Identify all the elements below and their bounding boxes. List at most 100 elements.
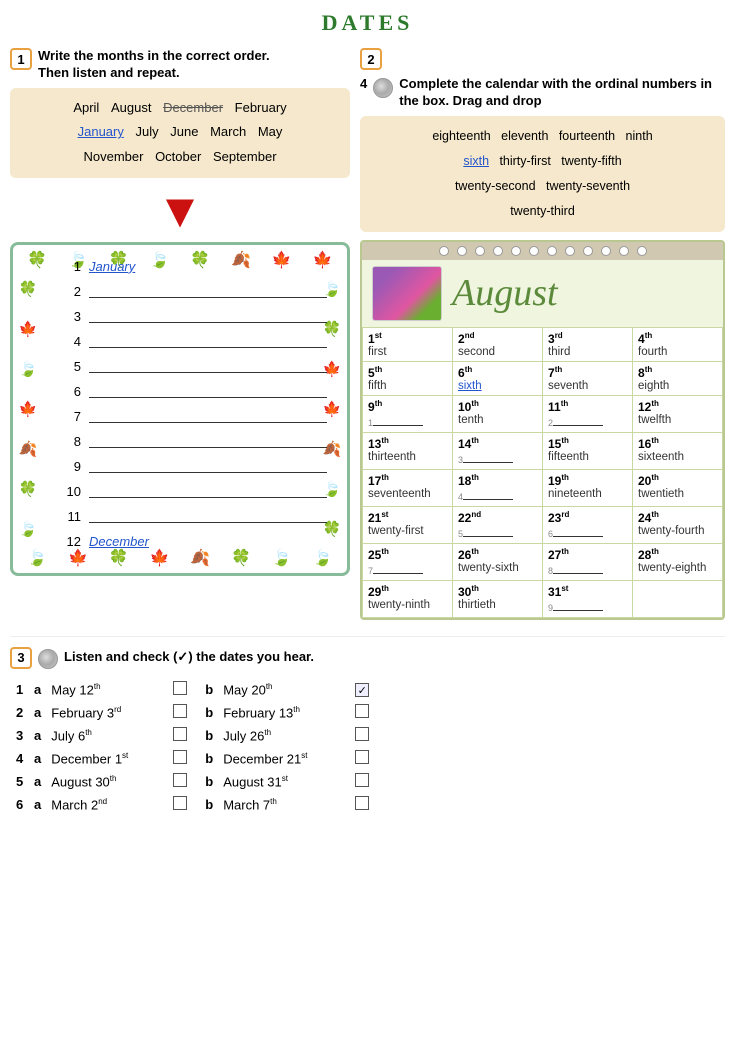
- month-item-6: 6: [63, 384, 327, 399]
- right-column: 2 4 Complete the calendar with the ordin…: [360, 48, 725, 620]
- spiral-hole: [565, 246, 575, 256]
- month-item-9: 9: [63, 459, 327, 474]
- word-twenty-seventh[interactable]: twenty-seventh: [546, 179, 630, 193]
- listen-a-label-1: a: [30, 679, 45, 700]
- calendar-cell-20: 20th twentieth: [633, 469, 723, 506]
- calendar-header: August: [362, 260, 723, 327]
- calendar-cell-28: 28th twenty-eighth: [633, 543, 723, 580]
- month-september: September: [213, 149, 277, 164]
- calendar-row: 5th fifth 6th sixth 7th seventh 8th eigh…: [363, 361, 723, 395]
- listen-a-date-3: July 6th: [47, 725, 167, 746]
- listen-b-label-1: b: [201, 679, 217, 700]
- calendar-row: 21st twenty-first 22nd 5 23rd 6 24th twe…: [363, 506, 723, 543]
- months-word-box: April August December February January J…: [10, 88, 350, 178]
- spiral-hole: [475, 246, 485, 256]
- cd-icon-3: [38, 649, 58, 669]
- listen-row-num-3: 3: [12, 725, 28, 746]
- calendar: August 1st first 2nd second 3rd third: [360, 240, 725, 620]
- listen-b-checkbox-1[interactable]: ✓: [355, 683, 369, 697]
- spiral-hole: [439, 246, 449, 256]
- word-ninth[interactable]: ninth: [626, 129, 653, 143]
- listen-row-num-1: 1: [12, 679, 28, 700]
- listen-item-1: 1 a May 12th b May 20th ✓: [12, 679, 723, 700]
- spiral-hole: [511, 246, 521, 256]
- calendar-cell-31: 31st 9: [543, 580, 633, 617]
- listen-b-checkbox-6[interactable]: [355, 796, 369, 810]
- listen-b-label-6: b: [201, 794, 217, 815]
- listen-a-date-2: February 3rd: [47, 702, 167, 723]
- calendar-cell-2: 2nd second: [453, 327, 543, 361]
- word-thirty-first[interactable]: thirty-first: [499, 154, 550, 168]
- red-arrow: ▼: [10, 188, 350, 236]
- calendar-cell-16: 16th sixteenth: [633, 432, 723, 469]
- spiral-hole: [457, 246, 467, 256]
- month-item-10: 10: [63, 484, 327, 499]
- calendar-cell-21: 21st twenty-first: [363, 506, 453, 543]
- section1-instruction: Write the months in the correct order.Th…: [38, 48, 270, 82]
- month-march: March: [210, 124, 246, 139]
- section2-num: 2: [360, 48, 382, 70]
- calendar-cell-29: 29th twenty-ninth: [363, 580, 453, 617]
- word-twenty-second[interactable]: twenty-second: [455, 179, 536, 193]
- word-twenty-fifth[interactable]: twenty-fifth: [561, 154, 621, 168]
- calendar-cell-9: 9th 1: [363, 395, 453, 432]
- calendar-cell-11: 11th 2: [543, 395, 633, 432]
- calendar-cell-23: 23rd 6: [543, 506, 633, 543]
- listen-item-2: 2 a February 3rd b February 13th: [12, 702, 723, 723]
- calendar-row: 13th thirteenth 14th 3 15th fifteenth 16…: [363, 432, 723, 469]
- listen-b-date-3: July 26th: [219, 725, 349, 746]
- calendar-cell-18: 18th 4: [453, 469, 543, 506]
- word-eleventh[interactable]: eleventh: [501, 129, 548, 143]
- calendar-cell-empty: [633, 580, 723, 617]
- month-july: July: [135, 124, 158, 139]
- month-item-3: 3: [63, 309, 327, 324]
- section1-header: 1 Write the months in the correct order.…: [10, 48, 350, 82]
- calendar-cell-27: 27th 8: [543, 543, 633, 580]
- listen-a-checkbox-1[interactable]: [173, 681, 187, 695]
- spiral-hole: [601, 246, 611, 256]
- listen-a-date-6: March 2nd: [47, 794, 167, 815]
- calendar-row: 1st first 2nd second 3rd third 4th fourt…: [363, 327, 723, 361]
- calendar-cell-10: 10th tenth: [453, 395, 543, 432]
- month-january: January: [78, 124, 124, 139]
- month-june: June: [170, 124, 198, 139]
- word-bank: eighteenth eleventh fourteenth ninth six…: [360, 116, 725, 232]
- listen-a-checkbox-5[interactable]: [173, 773, 187, 787]
- listen-b-checkbox-4[interactable]: [355, 750, 369, 764]
- calendar-cell-7: 7th seventh: [543, 361, 633, 395]
- word-eighteenth[interactable]: eighteenth: [432, 129, 490, 143]
- listen-item-5: 5 a August 30th b August 31st: [12, 771, 723, 792]
- calendar-spiral: [362, 242, 723, 260]
- listen-b-checkbox-5[interactable]: [355, 773, 369, 787]
- word-fourteenth[interactable]: fourteenth: [559, 129, 615, 143]
- listen-b-checkbox-2[interactable]: [355, 704, 369, 718]
- section1-num: 1: [10, 48, 32, 70]
- listen-a-date-1: May 12th: [47, 679, 167, 700]
- month-item-8: 8: [63, 434, 327, 449]
- calendar-row: 29th twenty-ninth 30th thirtieth 31st 9: [363, 580, 723, 617]
- calendar-cell-13: 13th thirteenth: [363, 432, 453, 469]
- word-twenty-third[interactable]: twenty-third: [510, 204, 575, 218]
- listen-a-label-2: a: [30, 702, 45, 723]
- cd-icon: [373, 78, 393, 98]
- listen-b-checkbox-3[interactable]: [355, 727, 369, 741]
- month-august: August: [111, 100, 151, 115]
- month-item-4: 4: [63, 334, 327, 349]
- section3-instruction: Listen and check (✓) the dates you hear.: [64, 649, 314, 666]
- listen-b-label-4: b: [201, 748, 217, 769]
- spiral-hole: [619, 246, 629, 256]
- month-item-7: 7: [63, 409, 327, 424]
- section2-header: 2: [360, 48, 725, 70]
- listen-a-checkbox-6[interactable]: [173, 796, 187, 810]
- section2-instruction: Complete the calendar with the ordinal n…: [399, 76, 725, 110]
- listen-a-checkbox-3[interactable]: [173, 727, 187, 741]
- month-october: October: [155, 149, 201, 164]
- calendar-grid: 1st first 2nd second 3rd third 4th fourt…: [362, 327, 723, 618]
- listen-row-num-2: 2: [12, 702, 28, 723]
- calendar-row: 9th 1 10th tenth 11th 2 12th twelfth: [363, 395, 723, 432]
- listen-a-checkbox-4[interactable]: [173, 750, 187, 764]
- listen-a-checkbox-2[interactable]: [173, 704, 187, 718]
- leaf-frame: 🍀 🍃 🍀 🍃 🍀 🍂 🍁 🍁 🍃 🍁 🍀 🍁 🍂 🍀: [10, 242, 350, 576]
- month-item-12: 12 December: [63, 534, 327, 549]
- word-sixth[interactable]: sixth: [463, 154, 489, 168]
